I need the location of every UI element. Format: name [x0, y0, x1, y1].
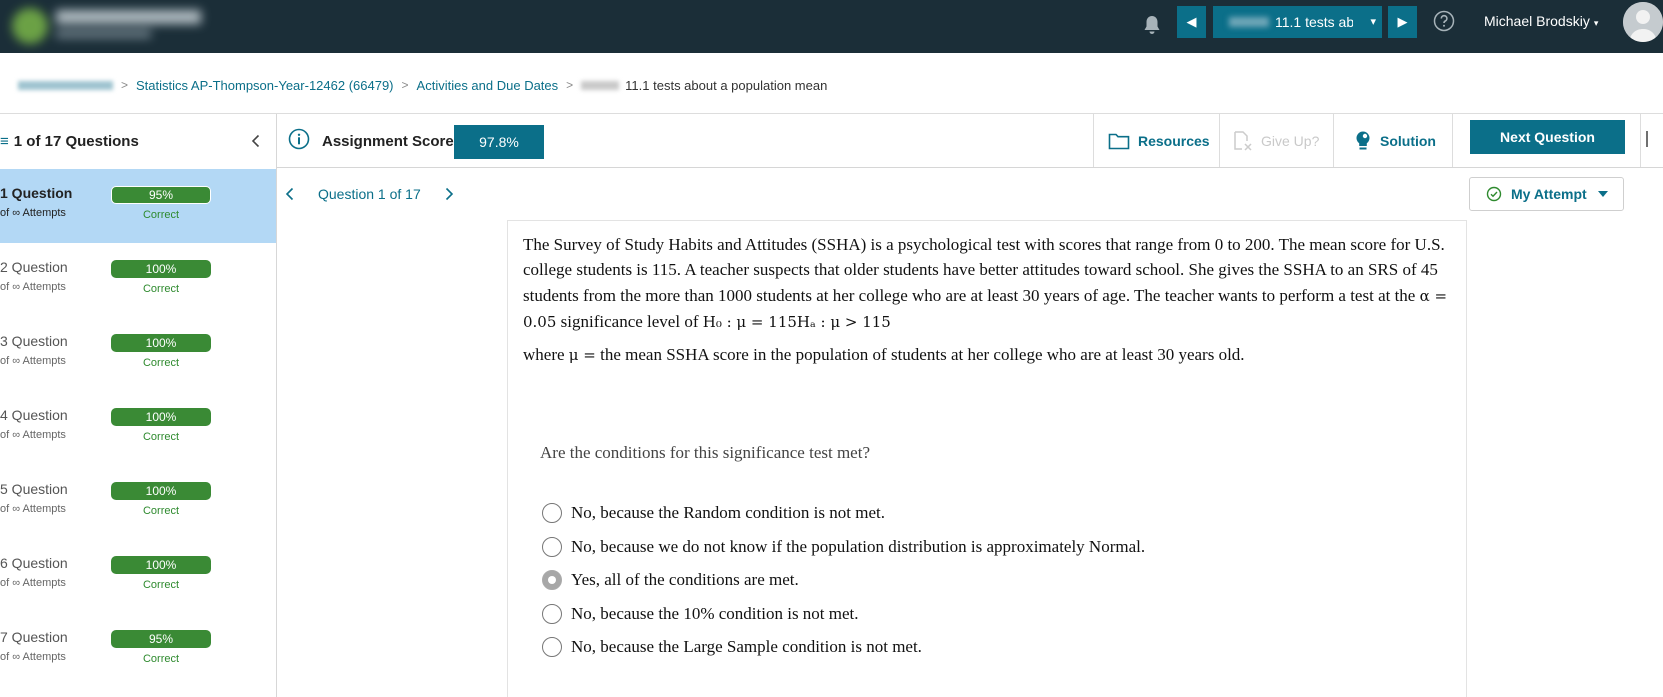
question-item-attempts: of ∞ Attempts: [0, 577, 66, 589]
question-item-title: 3 Question: [0, 333, 68, 349]
radio-button-selected[interactable]: [542, 570, 562, 590]
breadcrumb-home[interactable]: [18, 80, 113, 90]
chevron-left-icon[interactable]: [248, 133, 264, 149]
question-item-title: 4 Question: [0, 407, 68, 423]
answer-option-2[interactable]: No, because we do not know if the popula…: [542, 535, 1145, 559]
question-item-status: Correct: [142, 209, 180, 221]
question-item-6[interactable]: 6 Question of ∞ Attempts 100% Correct: [0, 539, 276, 613]
question-item-score: 100%: [111, 260, 211, 278]
parameter-definition: where μ = the mean SSHA score in the pop…: [523, 345, 1245, 364]
question-item-attempts: of ∞ Attempts: [0, 503, 66, 515]
my-attempt-dropdown[interactable]: My Attempt: [1469, 177, 1624, 211]
question-item-score: 100%: [111, 334, 211, 352]
caret-down-icon: ▾: [1593, 18, 1599, 28]
avatar-icon[interactable]: [1623, 2, 1663, 42]
question-item-2[interactable]: 2 Question of ∞ Attempts 100% Correct: [0, 243, 276, 317]
caret-down-icon: ▾: [1370, 16, 1376, 28]
question-item-7[interactable]: 7 Question of ∞ Attempts 95% Correct: [0, 613, 276, 687]
menu-icon: ≡: [0, 133, 9, 150]
info-icon[interactable]: [288, 128, 310, 150]
resources-button[interactable]: Resources: [1108, 128, 1210, 154]
null-hypothesis: H₀ : μ = 115: [702, 312, 797, 331]
question-item-5[interactable]: 5 Question of ∞ Attempts 100% Correct: [0, 465, 276, 539]
question-item-4[interactable]: 4 Question of ∞ Attempts 100% Correct: [0, 391, 276, 465]
next-assignment-button[interactable]: ▶: [1388, 6, 1417, 38]
question-item-status: Correct: [142, 357, 180, 369]
user-menu[interactable]: Michael Brodskiy ▾: [1484, 13, 1598, 29]
question-counter: Question 1 of 17: [318, 186, 421, 202]
question-item-status: Correct: [142, 579, 180, 591]
assignment-score-badge: 97.8%: [454, 125, 544, 159]
answer-option-4[interactable]: No, because the 10% condition is not met…: [542, 602, 859, 626]
question-item-3[interactable]: 3 Question of ∞ Attempts 100% Correct: [0, 317, 276, 391]
question-item-attempts: of ∞ Attempts: [0, 207, 66, 219]
question-item-1[interactable]: 1 Question of ∞ Attempts 95% Correct: [0, 169, 276, 243]
question-prompt: Are the conditions for this significance…: [540, 443, 870, 462]
breadcrumb: > Statistics AP-Thompson-Year-12462 (664…: [18, 76, 827, 94]
assignment-score-label: Assignment Score:: [322, 133, 459, 150]
prev-assignment-button[interactable]: ◀: [1177, 6, 1206, 38]
answer-option-5[interactable]: No, because the Large Sample condition i…: [542, 635, 922, 659]
radio-button[interactable]: [542, 637, 562, 657]
question-item-title: 2 Question: [0, 259, 68, 275]
alternative-hypothesis: Hₐ : μ > 115: [796, 312, 891, 331]
question-sidebar: ≡ 1 of 17 Questions 1 Question of ∞ Attem…: [0, 114, 277, 697]
question-item-title: 6 Question: [0, 555, 68, 571]
question-item-score: 100%: [111, 408, 211, 426]
question-item-score: 100%: [111, 482, 211, 500]
bell-icon[interactable]: [1140, 13, 1164, 37]
solution-button[interactable]: Solution: [1354, 128, 1436, 154]
give-up-icon: [1234, 131, 1252, 151]
breadcrumb-course[interactable]: Statistics AP-Thompson-Year-12462 (66479…: [136, 78, 394, 93]
question-item-score: 95%: [111, 630, 211, 648]
question-item-title: 1 Question: [0, 185, 73, 201]
lightbulb-icon: [1356, 131, 1370, 150]
radio-button[interactable]: [542, 503, 562, 523]
question-item-attempts: of ∞ Attempts: [0, 281, 66, 293]
question-item-score: 100%: [111, 556, 211, 574]
folder-icon: [1108, 133, 1130, 150]
chevron-left-icon[interactable]: [284, 186, 296, 202]
sidebar-title: ≡ 1 of 17 Questions: [0, 133, 139, 150]
question-item-score: 95%: [111, 186, 211, 204]
top-bar: ◀ 11.1 tests about a population mean ▾ ▶…: [0, 0, 1663, 53]
question-item-title: 7 Question: [0, 629, 68, 645]
question-item-status: Correct: [142, 431, 180, 443]
toolbar-overflow: [1640, 114, 1663, 167]
radio-button[interactable]: [542, 604, 562, 624]
next-question-button[interactable]: Next Question: [1470, 120, 1625, 154]
breadcrumb-current: 11.1 tests about a population mean: [625, 77, 828, 93]
question-panel: The Survey of Study Habits and Attitudes…: [507, 220, 1467, 697]
breadcrumb-activities[interactable]: Activities and Due Dates: [417, 78, 559, 93]
question-item-attempts: of ∞ Attempts: [0, 429, 66, 441]
user-name: Michael Brodskiy: [1484, 13, 1590, 29]
radio-button[interactable]: [542, 537, 562, 557]
help-icon[interactable]: [1433, 10, 1455, 32]
question-item-status: Correct: [142, 505, 180, 517]
answer-option-1[interactable]: No, because the Random condition is not …: [542, 501, 885, 525]
question-item-attempts: of ∞ Attempts: [0, 651, 66, 663]
question-item-attempts: of ∞ Attempts: [0, 355, 66, 367]
chevron-right-icon[interactable]: [443, 186, 455, 202]
assignment-select-value: 11.1 tests about a population mean: [1275, 14, 1353, 30]
question-item-status: Correct: [142, 653, 180, 665]
answer-option-3[interactable]: Yes, all of the conditions are met.: [542, 568, 799, 592]
app-logo[interactable]: [0, 0, 210, 50]
check-circle-icon: [1486, 186, 1502, 202]
question-item-title: 5 Question: [0, 481, 68, 497]
sidebar-header: ≡ 1 of 17 Questions: [0, 114, 276, 169]
caret-down-icon: [1597, 191, 1608, 197]
question-item-status: Correct: [142, 283, 180, 295]
question-text: The Survey of Study Habits and Attitudes…: [523, 235, 1448, 331]
assignment-select[interactable]: 11.1 tests about a population mean ▾: [1213, 6, 1382, 38]
give-up-button[interactable]: Give Up?: [1233, 128, 1319, 154]
